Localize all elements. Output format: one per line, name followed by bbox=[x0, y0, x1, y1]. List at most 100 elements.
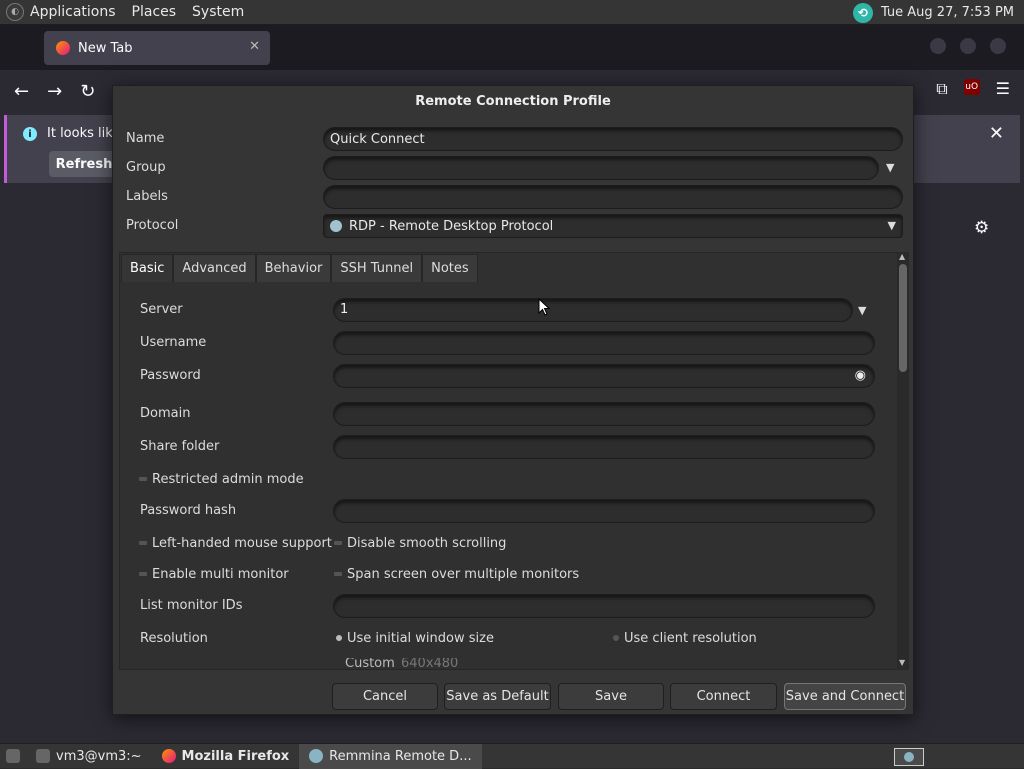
show-desktop-icon[interactable] bbox=[0, 744, 26, 769]
tab-notes[interactable]: Notes bbox=[422, 254, 478, 282]
minimize-button[interactable] bbox=[930, 38, 946, 54]
back-arrow-icon[interactable]: ← bbox=[14, 81, 29, 102]
disable-smooth-scroll-label: Disable smooth scrolling bbox=[347, 536, 507, 551]
refresh-button[interactable]: Refresh bbox=[49, 151, 119, 177]
save-and-connect-button[interactable]: Save and Connect bbox=[784, 683, 906, 710]
server-label: Server bbox=[140, 302, 183, 317]
domain-field[interactable] bbox=[333, 402, 875, 426]
remmina-icon bbox=[904, 752, 914, 762]
notebook-tabs: Basic Advanced Behavior SSH Tunnel Notes bbox=[121, 254, 478, 282]
restricted-admin-checkbox[interactable] bbox=[139, 477, 147, 481]
extensions-icon[interactable]: ⧉ bbox=[936, 79, 947, 99]
rdp-protocol-icon bbox=[330, 220, 342, 232]
res-custom-label: Custom bbox=[345, 658, 395, 669]
disable-smooth-scroll-checkbox[interactable] bbox=[334, 541, 342, 545]
res-client-radio[interactable] bbox=[613, 635, 619, 641]
password-hash-field[interactable] bbox=[333, 499, 875, 523]
save-button[interactable]: Save bbox=[558, 683, 664, 710]
share-folder-field[interactable] bbox=[333, 435, 875, 459]
group-field[interactable] bbox=[323, 156, 879, 180]
server-dropdown-arrow-icon[interactable]: ▼ bbox=[858, 304, 866, 317]
reload-icon[interactable]: ↻ bbox=[80, 81, 95, 102]
menu-system[interactable]: System bbox=[192, 4, 244, 20]
taskbar-item-terminal[interactable]: vm3@vm3:~ bbox=[26, 744, 152, 769]
forward-arrow-icon[interactable]: → bbox=[47, 81, 62, 102]
res-custom-value[interactable]: 640x480 bbox=[401, 658, 458, 669]
gear-icon[interactable]: ⚙ bbox=[974, 218, 989, 238]
tab-ssh-tunnel[interactable]: SSH Tunnel bbox=[331, 254, 423, 282]
tab-behavior[interactable]: Behavior bbox=[255, 254, 332, 282]
scroll-down-arrow-icon[interactable]: ▼ bbox=[899, 658, 905, 667]
protocol-dropdown-arrow-icon: ▼ bbox=[887, 219, 896, 232]
server-field[interactable]: 1 bbox=[333, 298, 853, 322]
bottom-taskbar: vm3@vm3:~ Mozilla Firefox Remmina Remote… bbox=[0, 743, 1024, 769]
navbar-tools: ⧉ uO ☰ bbox=[936, 79, 1010, 99]
firefox-tabstrip: New Tab ✕ bbox=[0, 25, 1024, 70]
name-label: Name bbox=[126, 131, 165, 146]
save-as-default-button[interactable]: Save as Default bbox=[444, 683, 551, 710]
close-tab-icon[interactable]: ✕ bbox=[249, 39, 260, 54]
connect-button[interactable]: Connect bbox=[670, 683, 777, 710]
username-field[interactable] bbox=[333, 331, 875, 355]
panel-tray: ⟲ Tue Aug 27, 7:53 PM bbox=[852, 0, 1014, 25]
password-field[interactable]: ◉ bbox=[333, 364, 875, 388]
restricted-admin-label: Restricted admin mode bbox=[152, 472, 304, 487]
password-label: Password bbox=[140, 368, 201, 383]
show-password-eye-icon[interactable]: ◉ bbox=[855, 368, 866, 383]
panel-clock[interactable]: Tue Aug 27, 7:53 PM bbox=[881, 5, 1014, 20]
close-window-button[interactable] bbox=[990, 38, 1006, 54]
workspace-switcher[interactable] bbox=[894, 748, 924, 766]
left-handed-checkbox[interactable] bbox=[139, 541, 147, 545]
domain-label: Domain bbox=[140, 406, 191, 421]
maximize-button[interactable] bbox=[960, 38, 976, 54]
server-field-value: 1 bbox=[340, 302, 349, 317]
tab-advanced[interactable]: Advanced bbox=[173, 254, 256, 282]
notice-text: It looks like bbox=[47, 126, 121, 141]
distro-logo-icon[interactable]: ◐ bbox=[6, 3, 24, 21]
res-initial-radio[interactable] bbox=[336, 635, 342, 641]
protocol-select[interactable]: RDP - Remote Desktop Protocol ▼ bbox=[323, 214, 903, 238]
notebook-scrollbar[interactable]: ▲ ▼ bbox=[897, 252, 909, 670]
menu-places[interactable]: Places bbox=[132, 4, 177, 20]
res-initial-label: Use initial window size bbox=[347, 631, 494, 646]
ublock-icon[interactable]: uO bbox=[963, 79, 980, 95]
info-icon: i bbox=[23, 127, 37, 141]
firefox-icon bbox=[161, 749, 176, 763]
cancel-button[interactable]: Cancel bbox=[332, 683, 438, 710]
hamburger-menu-icon[interactable]: ☰ bbox=[996, 79, 1010, 99]
terminal-icon bbox=[36, 749, 50, 763]
protocol-select-value: RDP - Remote Desktop Protocol bbox=[349, 218, 554, 234]
labels-label: Labels bbox=[126, 189, 168, 204]
resolution-label: Resolution bbox=[140, 631, 208, 646]
window-controls bbox=[930, 38, 1006, 54]
menu-applications[interactable]: Applications bbox=[30, 4, 116, 20]
remmina-icon bbox=[309, 749, 324, 763]
scroll-up-arrow-icon[interactable]: ▲ bbox=[899, 252, 905, 261]
custom-resolution-row: Custom 640x480 bbox=[323, 658, 863, 669]
taskbar-item-label: Mozilla Firefox bbox=[181, 748, 290, 764]
taskbar-item-label: vm3@vm3:~ bbox=[56, 748, 142, 764]
remote-connection-profile-dialog: Remote Connection Profile Name Quick Con… bbox=[112, 85, 914, 715]
taskbar-item-remmina[interactable]: Remmina Remote D... bbox=[299, 743, 482, 769]
firefox-tab-new-tab[interactable]: New Tab ✕ bbox=[44, 31, 270, 65]
remmina-tray-icon[interactable]: ⟲ bbox=[852, 2, 873, 23]
multi-monitor-checkbox[interactable] bbox=[139, 572, 147, 576]
name-field[interactable]: Quick Connect bbox=[323, 127, 903, 151]
group-dropdown-arrow-icon[interactable]: ▼ bbox=[886, 161, 894, 174]
firefox-icon bbox=[56, 41, 70, 55]
taskbar-item-label: Remmina Remote D... bbox=[329, 748, 472, 764]
close-notice-icon[interactable]: ✕ bbox=[989, 123, 1004, 144]
span-screen-checkbox[interactable] bbox=[334, 572, 342, 576]
username-label: Username bbox=[140, 335, 207, 350]
top-panel: ◐ Applications Places System ⟲ Tue Aug 2… bbox=[0, 0, 1024, 25]
tab-basic[interactable]: Basic bbox=[121, 254, 174, 282]
taskbar-item-firefox[interactable]: Mozilla Firefox bbox=[152, 744, 300, 769]
labels-field[interactable] bbox=[323, 185, 903, 209]
list-monitor-ids-field[interactable] bbox=[333, 594, 875, 618]
password-hash-label: Password hash bbox=[140, 503, 237, 518]
scrollbar-thumb[interactable] bbox=[899, 264, 907, 372]
list-monitor-ids-label: List monitor IDs bbox=[140, 598, 243, 613]
mouse-cursor-icon bbox=[538, 298, 550, 316]
share-folder-label: Share folder bbox=[140, 439, 220, 454]
res-client-label: Use client resolution bbox=[624, 631, 757, 646]
